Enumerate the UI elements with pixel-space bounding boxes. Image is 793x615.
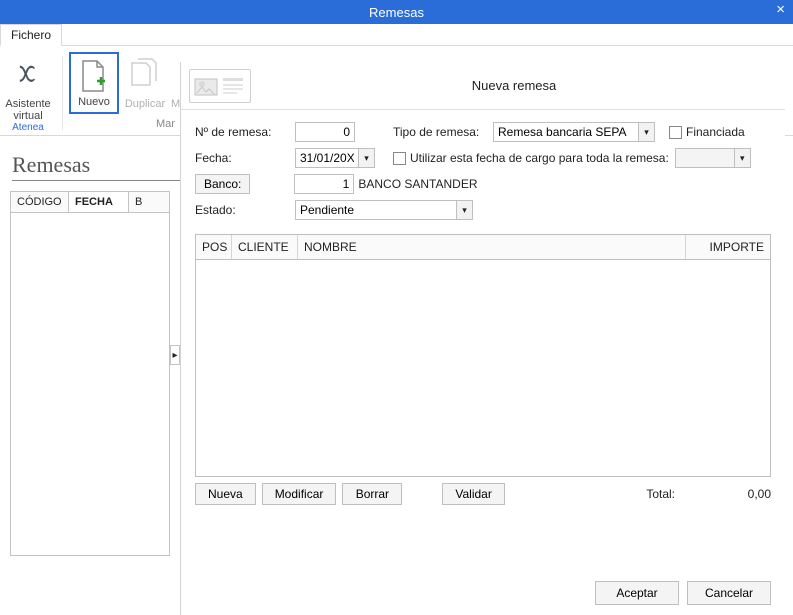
- button-cancelar[interactable]: Cancelar: [687, 581, 771, 605]
- col-fecha[interactable]: FECHA: [69, 192, 129, 212]
- dropdown-tipo-remesa[interactable]: ▾: [493, 122, 655, 142]
- checkbox-financiada[interactable]: [669, 126, 682, 139]
- ribbon-group-label-cut: Mar: [156, 118, 175, 130]
- button-aceptar[interactable]: Aceptar: [595, 581, 679, 605]
- input-banco-codigo[interactable]: [294, 174, 354, 194]
- ribbon-duplicar[interactable]: Duplicar: [119, 52, 171, 110]
- label-estado: Estado:: [195, 203, 295, 217]
- button-validar[interactable]: Validar: [442, 483, 504, 505]
- ribbon-asistente-virtual[interactable]: Asistente virtual Atenea: [0, 52, 56, 133]
- ribbon-asistente-label: Asistente virtual: [0, 98, 56, 122]
- alpha-icon: [8, 52, 48, 98]
- detail-grid: POS CLIENTE NOMBRE IMPORTE: [195, 234, 771, 477]
- input-num-remesa[interactable]: [295, 122, 355, 142]
- document-duplicate-icon: [125, 52, 165, 98]
- col-pos[interactable]: POS: [196, 235, 232, 259]
- form-area: Nº de remesa: Tipo de remesa: ▾ Financia…: [181, 110, 785, 230]
- input-tipo-remesa[interactable]: [493, 122, 639, 142]
- text-banco-nombre: BANCO SANTANDER: [358, 177, 477, 191]
- button-banco[interactable]: Banco:: [195, 174, 250, 194]
- label-tipo-remesa: Tipo de remesa:: [393, 125, 493, 139]
- col-cliente[interactable]: CLIENTE: [232, 235, 298, 259]
- col-nombre[interactable]: NOMBRE: [298, 235, 686, 259]
- window-title: Remesas: [369, 5, 424, 20]
- modal-title: Nueva remesa: [251, 78, 777, 93]
- menu-bar: Fichero: [0, 24, 793, 46]
- button-modificar[interactable]: Modificar: [262, 483, 337, 505]
- input-estado[interactable]: [295, 200, 457, 220]
- button-borrar[interactable]: Borrar: [342, 483, 402, 505]
- label-fecha: Fecha:: [195, 151, 295, 165]
- value-total: 0,00: [721, 487, 771, 501]
- chevron-down-icon[interactable]: ▾: [639, 122, 655, 142]
- chevron-down-icon[interactable]: ▾: [735, 148, 751, 168]
- checkbox-usar-fecha[interactable]: [393, 152, 406, 165]
- grid-button-row: Nueva Modificar Borrar Validar Total: 0,…: [181, 483, 785, 505]
- ribbon-asistente-sublabel: Atenea: [0, 122, 56, 133]
- modal-header-icon: [189, 69, 251, 103]
- label-usar-fecha: Utilizar esta fecha de cargo para toda l…: [410, 151, 669, 165]
- background-grid: CÓDIGO FECHA B: [10, 191, 170, 556]
- background-grid-header: CÓDIGO FECHA B: [11, 192, 169, 213]
- col-b[interactable]: B: [129, 192, 153, 212]
- ribbon-duplicar-label: Duplicar: [119, 98, 171, 110]
- ribbon-separator: [62, 56, 63, 130]
- col-importe[interactable]: IMPORTE: [686, 235, 770, 259]
- document-new-icon: [74, 58, 114, 96]
- label-num-remesa: Nº de remesa:: [195, 125, 295, 139]
- col-codigo[interactable]: CÓDIGO: [11, 192, 69, 212]
- modal-footer: Aceptar Cancelar: [595, 581, 771, 605]
- title-bar: Remesas ×: [0, 0, 793, 24]
- dropdown-estado[interactable]: ▾: [295, 200, 473, 220]
- detail-grid-body[interactable]: [196, 260, 770, 476]
- input-fecha[interactable]: [295, 148, 359, 168]
- menu-fichero[interactable]: Fichero: [0, 24, 62, 46]
- ribbon-nuevo-label: Nuevo: [71, 96, 117, 108]
- modal-header: Nueva remesa: [181, 62, 785, 110]
- label-financiada: Financiada: [686, 125, 745, 139]
- chevron-down-icon[interactable]: ▾: [359, 148, 375, 168]
- button-nueva[interactable]: Nueva: [195, 483, 256, 505]
- label-total: Total:: [646, 487, 675, 501]
- chevron-down-icon[interactable]: ▾: [457, 200, 473, 220]
- detail-grid-header: POS CLIENTE NOMBRE IMPORTE: [196, 235, 770, 260]
- expand-handle[interactable]: ▸: [170, 345, 180, 365]
- chevron-right-icon: ▸: [172, 350, 177, 361]
- input-usar-fecha[interactable]: [675, 148, 735, 168]
- modal-nueva-remesa: Nueva remesa Nº de remesa: Tipo de remes…: [180, 62, 785, 615]
- close-icon[interactable]: ×: [776, 1, 785, 18]
- dropdown-usar-fecha[interactable]: ▾: [675, 148, 751, 168]
- dropdown-fecha[interactable]: ▾: [295, 148, 375, 168]
- ribbon-nuevo[interactable]: Nuevo: [69, 52, 119, 114]
